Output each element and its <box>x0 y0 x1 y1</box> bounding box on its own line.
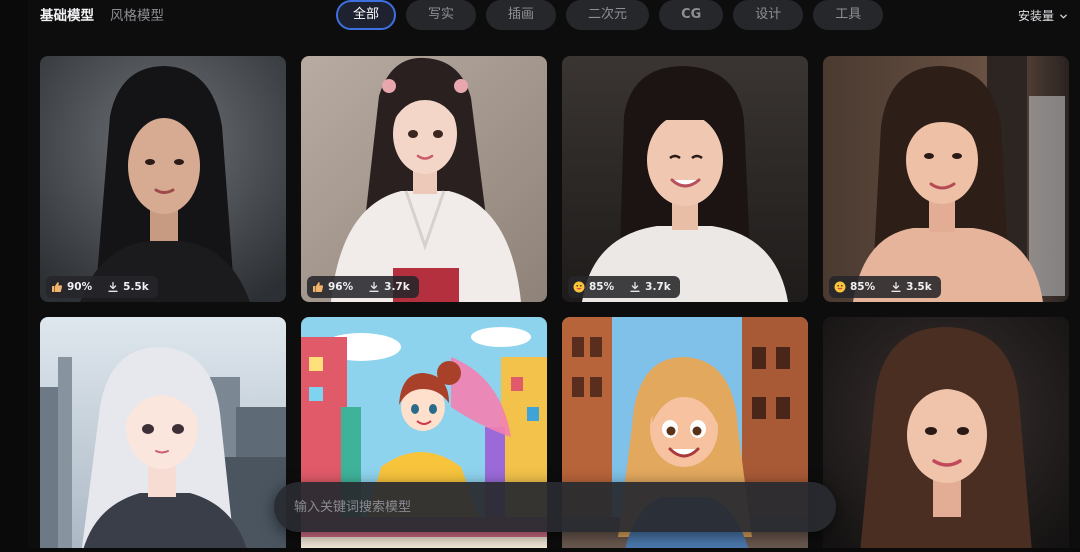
model-card[interactable] <box>40 317 286 552</box>
model-thumbnail <box>823 56 1069 302</box>
model-gallery-page: 基础模型 风格模型 全部 写实 插画 二次元 CG 设计 工具 安装量 90% … <box>0 0 1080 552</box>
chip-design[interactable]: 设计 <box>733 0 804 30</box>
model-card[interactable]: 85% 3.5k <box>823 56 1069 302</box>
model-card[interactable]: 90% 5.5k <box>40 56 286 302</box>
download-icon <box>368 281 380 293</box>
rating-stat: 85% <box>573 281 614 293</box>
model-thumbnail <box>562 56 808 302</box>
chevron-down-icon <box>1059 12 1068 21</box>
model-thumbnail <box>40 317 286 552</box>
model-type-tabs: 基础模型 风格模型 <box>40 5 164 27</box>
chip-all[interactable]: 全部 <box>336 0 397 30</box>
search-input[interactable] <box>292 498 818 516</box>
rating-stat: 90% <box>51 281 92 293</box>
card-stats: 90% 5.5k <box>46 276 158 298</box>
downloads-stat: 5.5k <box>107 281 149 293</box>
model-card[interactable]: 96% 3.7k <box>301 56 547 302</box>
downloads-value: 3.7k <box>384 281 410 293</box>
tab-style-models[interactable]: 风格模型 <box>110 5 164 27</box>
category-chips: 全部 写实 插画 二次元 CG 设计 工具 <box>336 0 884 30</box>
rating-stat: 85% <box>834 281 875 293</box>
model-card[interactable]: 85% 3.7k <box>562 56 808 302</box>
smile-emoji-icon <box>573 281 585 293</box>
rating-value: 85% <box>589 281 615 293</box>
downloads-value: 5.5k <box>123 281 149 293</box>
model-card[interactable] <box>823 317 1069 552</box>
card-stats: 85% 3.5k <box>829 276 941 298</box>
download-icon <box>629 281 641 293</box>
thumbs-up-icon <box>312 281 324 293</box>
chip-anime[interactable]: 二次元 <box>566 0 650 30</box>
download-icon <box>107 281 119 293</box>
downloads-value: 3.7k <box>645 281 671 293</box>
model-thumbnail <box>823 317 1069 552</box>
rating-value: 85% <box>850 281 876 293</box>
chip-cg[interactable]: CG <box>659 0 724 30</box>
tab-base-models[interactable]: 基础模型 <box>40 5 94 27</box>
left-edge-strip <box>0 0 28 552</box>
downloads-stat: 3.7k <box>629 281 671 293</box>
chip-tools[interactable]: 工具 <box>813 0 884 30</box>
bottom-edge-strip <box>0 548 1080 552</box>
downloads-stat: 3.7k <box>368 281 410 293</box>
model-thumbnail <box>301 56 547 302</box>
card-stats: 96% 3.7k <box>307 276 419 298</box>
rating-value: 90% <box>67 281 93 293</box>
download-icon <box>890 281 902 293</box>
chip-illustration[interactable]: 插画 <box>486 0 557 30</box>
chip-realistic[interactable]: 写实 <box>406 0 477 30</box>
sort-label: 安装量 <box>1017 9 1054 23</box>
rating-stat: 96% <box>312 281 353 293</box>
downloads-value: 3.5k <box>906 281 932 293</box>
search-bar <box>274 482 836 532</box>
downloads-stat: 3.5k <box>890 281 932 293</box>
filter-header: 基础模型 风格模型 全部 写实 插画 二次元 CG 设计 工具 安装量 <box>0 0 1080 34</box>
card-stats: 85% 3.7k <box>568 276 680 298</box>
thumbs-up-icon <box>51 281 63 293</box>
smile-emoji-icon <box>834 281 846 293</box>
model-thumbnail <box>40 56 286 302</box>
sort-dropdown[interactable]: 安装量 <box>1018 5 1068 27</box>
rating-value: 96% <box>328 281 354 293</box>
